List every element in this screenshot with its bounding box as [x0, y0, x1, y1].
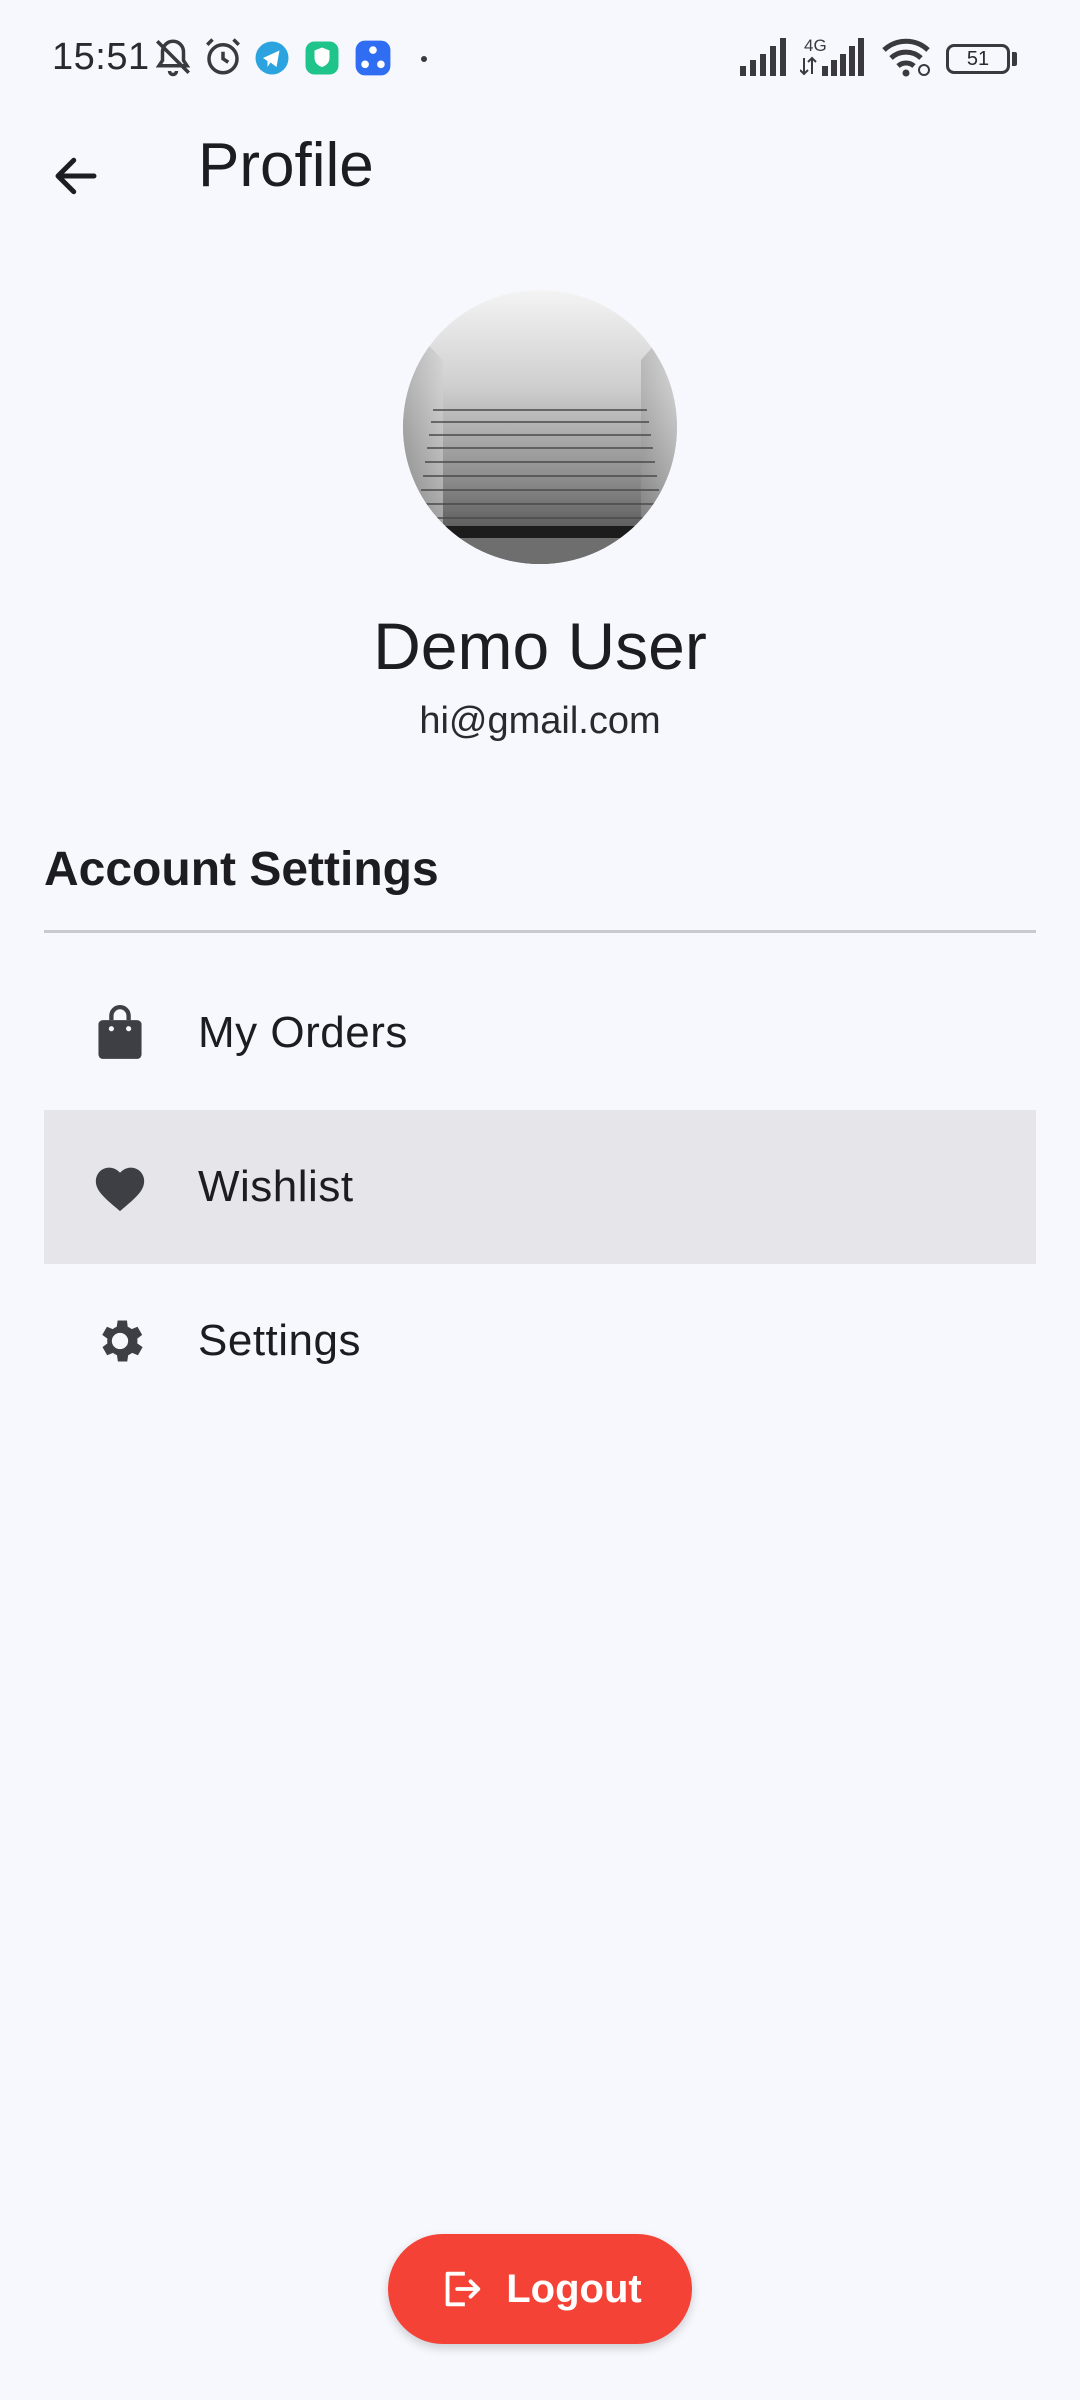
security-app-icon — [305, 41, 339, 75]
battery-tip — [1012, 52, 1017, 66]
alarm-icon — [206, 38, 240, 75]
menu-item-label: Wishlist — [198, 1162, 354, 1211]
app-bar: Profile — [0, 110, 1080, 230]
gear-icon — [90, 1311, 150, 1371]
section-title: Account Settings — [44, 843, 439, 896]
profile-avatar — [403, 290, 677, 564]
menu-item-label: Settings — [198, 1316, 361, 1365]
battery-level: 51 — [966, 47, 990, 70]
signal-strength-icon — [740, 38, 786, 76]
heart-icon — [90, 1157, 150, 1217]
menu-item-wishlist[interactable]: Wishlist — [44, 1110, 1036, 1264]
menu-item-my-orders[interactable]: My Orders — [44, 956, 1036, 1110]
page-title: Profile — [198, 131, 374, 200]
share-app-icon — [355, 40, 391, 76]
logout-icon — [445, 2271, 481, 2307]
logout-label: Logout — [506, 2266, 642, 2311]
signal-strength-4g-icon — [800, 38, 864, 76]
more-notifications-dot — [421, 56, 427, 62]
telegram-icon — [255, 41, 289, 75]
user-name: Demo User — [373, 609, 707, 683]
back-button[interactable] — [34, 134, 118, 218]
battery-icon: 51 — [946, 44, 1010, 74]
status-bar: 15:51 4G 51 — [0, 0, 1080, 120]
logout-button[interactable]: Logout — [388, 2234, 692, 2344]
muted-bell-icon — [155, 39, 191, 77]
wifi-icon — [882, 38, 930, 77]
section-divider — [44, 930, 1036, 933]
menu-item-settings[interactable]: Settings — [44, 1264, 1036, 1418]
menu-item-label: My Orders — [198, 1008, 408, 1057]
user-email: hi@gmail.com — [419, 700, 661, 742]
status-time: 15:51 — [52, 36, 150, 78]
arrow-back-icon — [55, 157, 97, 195]
staircase-photo — [403, 290, 677, 564]
shopping-bag-icon — [90, 1003, 150, 1063]
